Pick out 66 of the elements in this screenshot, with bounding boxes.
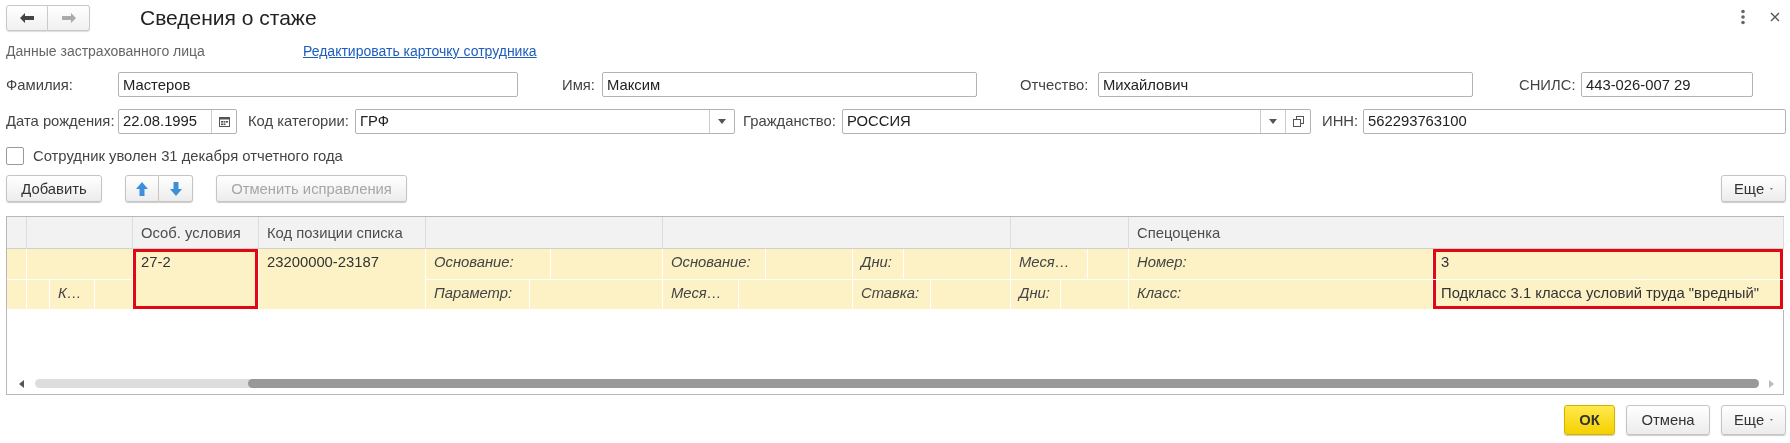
table-cell: 3 — [1433, 249, 1784, 280]
section-caption: Данные застрахованного лица — [6, 43, 206, 59]
scroll-right-icon[interactable] — [1769, 379, 1775, 388]
table-cell: Класс: — [1129, 280, 1433, 310]
column-header[interactable]: Спецоценка — [1129, 217, 1784, 249]
field-label: Отчество: — [1020, 76, 1090, 93]
checkbox-label[interactable]: Сотрудник уволен 31 декабря отчетного года — [33, 148, 343, 164]
back-button[interactable] — [6, 5, 48, 31]
field-label: Дата рождения: — [6, 113, 116, 129]
table-cell: Основание: — [663, 249, 766, 280]
edit-employee-link[interactable]: Редактировать карточку сотрудника — [303, 43, 537, 59]
dropdown-caret-icon[interactable] — [1269, 118, 1277, 124]
dropdown-caret-icon[interactable] — [718, 118, 726, 124]
table-cell: Дни: — [853, 249, 904, 280]
table-cell — [27, 280, 50, 310]
table-cell: Подкласс 3.1 класса условий труда "вредный" — [1433, 280, 1784, 310]
table-cell: К… — [50, 280, 95, 310]
right-arrow-icon — [60, 12, 77, 24]
more-button[interactable]: Еще — [1721, 175, 1786, 202]
field-label: Гражданство: — [743, 113, 837, 129]
input-field[interactable]: 443-026-007 29 — [1581, 72, 1753, 97]
field-label: ИНН: — [1322, 113, 1360, 129]
input-field[interactable]: Максим — [602, 72, 977, 97]
add-button[interactable]: Добавить — [6, 175, 102, 202]
table-cell: Основание: — [426, 249, 551, 280]
table-cell — [1061, 280, 1129, 310]
checkbox[interactable] — [6, 147, 24, 165]
column-header[interactable]: Код позиции списка — [259, 217, 426, 249]
left-arrow-icon — [19, 12, 35, 24]
caret-icon — [1770, 418, 1773, 422]
table-cell: Номер: — [1129, 249, 1433, 280]
calendar-icon[interactable] — [218, 115, 230, 127]
table-cell: Меся… — [1011, 249, 1088, 280]
table-cell — [1088, 249, 1129, 280]
cancel-button[interactable]: Отмена — [1626, 405, 1710, 435]
field-label: Код категории: — [248, 113, 350, 129]
more-menu-icon[interactable] — [1740, 9, 1746, 25]
field-label: Имя: — [562, 76, 596, 93]
field-label: Фамилия: — [6, 76, 74, 93]
table-cell: 27-2 — [133, 249, 259, 310]
dropdown-field[interactable]: РОССИЯ — [842, 108, 1311, 134]
table-cell: Дни: — [1011, 280, 1061, 310]
ok-button[interactable]: ОК — [1564, 405, 1615, 435]
open-window-icon[interactable] — [1292, 115, 1304, 127]
input-field[interactable]: Мастеров — [118, 72, 518, 97]
close-icon[interactable] — [1770, 12, 1780, 22]
table-cell — [95, 280, 133, 310]
table-cell: 23200000-23187 — [259, 249, 426, 310]
down-arrow-icon — [169, 181, 182, 196]
window-title: Сведения о стаже — [140, 6, 317, 30]
up-arrow-icon — [136, 181, 148, 196]
move-up-button[interactable] — [125, 175, 159, 202]
move-down-button[interactable] — [159, 175, 193, 202]
table-cell — [7, 280, 27, 310]
field-label: СНИЛС: — [1519, 76, 1577, 93]
input-field[interactable]: 562293763100 — [1363, 108, 1786, 134]
table-cell — [7, 249, 27, 280]
more-button[interactable]: Еще — [1721, 405, 1786, 435]
date-field[interactable]: 22.08.1995 — [118, 108, 237, 134]
input-field[interactable]: Михайлович — [1098, 72, 1473, 97]
table-cell: Ставка: — [853, 280, 931, 310]
dropdown-field[interactable]: ГРФ — [355, 108, 735, 134]
table-cell: Меся… — [663, 280, 739, 310]
scroll-left-icon[interactable] — [19, 379, 25, 388]
table-cell: Параметр: — [426, 280, 530, 310]
column-header[interactable]: Особ. условия — [133, 217, 259, 249]
